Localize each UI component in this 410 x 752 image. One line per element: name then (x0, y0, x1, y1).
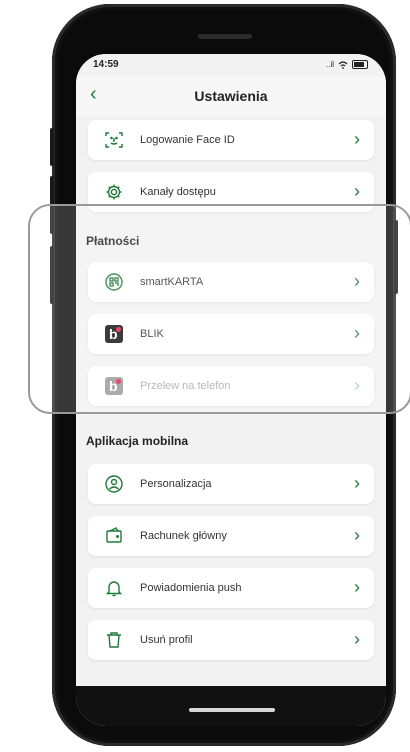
chevron-right-icon: › (354, 181, 360, 201)
menu-item-push-notifications[interactable]: Powiadomienia push › (88, 568, 374, 608)
menu-item-delete-profile[interactable]: Usuń profil › (88, 620, 374, 660)
chevron-right-icon: › (354, 129, 360, 149)
menu-item-label: Kanały dostępu (140, 186, 216, 198)
phone-side-button (50, 128, 54, 166)
menu-item-face-id[interactable]: Logowanie Face ID › (88, 120, 374, 160)
wallet-icon (102, 524, 126, 548)
signal-icon: ..il (326, 60, 334, 69)
status-time: 14:59 (93, 59, 119, 70)
payments-highlight-frame (28, 204, 410, 414)
menu-item-personalization[interactable]: Personalizacja › (88, 464, 374, 504)
menu-item-main-account[interactable]: Rachunek główny › (88, 516, 374, 556)
chevron-right-icon: › (354, 629, 360, 649)
user-circle-icon (102, 472, 126, 496)
face-id-icon (102, 128, 126, 152)
header-bar: ‹ Ustawienia (76, 76, 386, 116)
system-icons: ..il (326, 60, 368, 69)
phone-speaker (198, 34, 252, 39)
menu-item-label: Powiadomienia push (140, 582, 242, 594)
menu-item-label: Rachunek główny (140, 530, 227, 542)
home-indicator-bar (76, 686, 386, 726)
battery-icon (352, 60, 368, 69)
bell-icon (102, 576, 126, 600)
wifi-icon (338, 60, 348, 69)
gear-icon (102, 180, 126, 204)
page-title: Ustawienia (194, 88, 268, 104)
chevron-right-icon: › (354, 577, 360, 597)
section-title-mobile-app: Aplikacja mobilna (86, 434, 189, 448)
menu-item-label: Usuń profil (140, 634, 193, 646)
menu-item-label: Personalizacja (140, 478, 212, 490)
menu-item-label: Logowanie Face ID (140, 134, 235, 146)
chevron-right-icon: › (354, 473, 360, 493)
home-indicator[interactable] (189, 708, 275, 712)
trash-icon (102, 628, 126, 652)
chevron-right-icon: › (354, 525, 360, 545)
